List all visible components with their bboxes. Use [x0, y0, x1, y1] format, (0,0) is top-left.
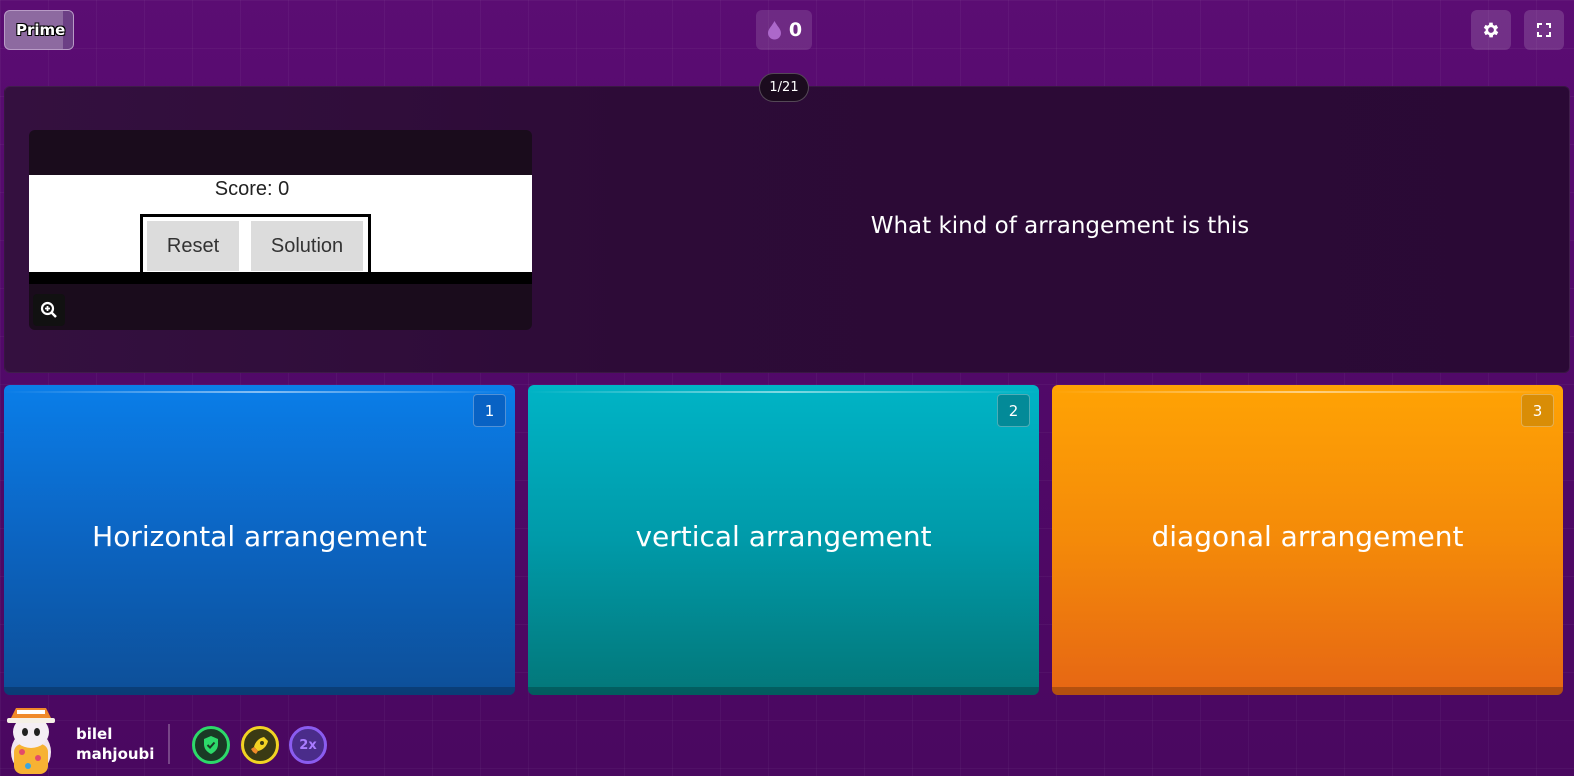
powerup-double-points[interactable]: 2x [289, 726, 327, 764]
answer-label: vertical arrangement [635, 519, 932, 553]
fullscreen-button[interactable] [1524, 10, 1564, 50]
answer-number: 1 [473, 394, 506, 427]
fullscreen-icon [1537, 23, 1551, 37]
image-button-box: Reset Solution [140, 214, 371, 274]
zoom-button[interactable] [33, 294, 65, 326]
rocket-icon [251, 737, 268, 754]
powerup-shield[interactable] [192, 726, 230, 764]
answer-number: 2 [997, 394, 1030, 427]
zoom-in-icon [40, 301, 57, 318]
answer-label: Horizontal arrangement [92, 519, 427, 553]
question-image[interactable]: Score: 0 Reset Solution [29, 130, 532, 330]
drop-icon [767, 21, 781, 40]
shield-icon [204, 736, 218, 754]
answer-number: 3 [1521, 394, 1554, 427]
player-first-name: bilel [76, 725, 113, 743]
gear-icon [1483, 22, 1499, 38]
answer-option-3[interactable]: 3 diagonal arrangement [1052, 385, 1563, 695]
answer-option-1[interactable]: 1 Horizontal arrangement [4, 385, 515, 695]
player-last-name: mahjoubi [76, 745, 155, 763]
player-name: bilel mahjoubi [76, 724, 154, 764]
prime-label: Prime [16, 21, 66, 39]
powerup-rocket[interactable] [241, 726, 279, 764]
answer-label: diagonal arrangement [1151, 519, 1464, 553]
answer-option-2[interactable]: 2 vertical arrangement [528, 385, 1039, 695]
image-black-bar [29, 272, 532, 284]
settings-button[interactable] [1471, 10, 1511, 50]
avatar [7, 708, 55, 774]
prime-button[interactable]: Prime [4, 10, 74, 50]
image-solution-button: Solution [251, 221, 363, 271]
drops-count: 0 [788, 19, 803, 41]
question-counter: 1/21 [759, 73, 809, 102]
powerup-2x-label: 2x [299, 737, 317, 753]
image-reset-button: Reset [147, 221, 239, 271]
question-text: What kind of arrangement is this [870, 213, 1250, 239]
drops-counter: 0 [756, 10, 812, 50]
divider [168, 724, 170, 764]
image-score-text: Score: 0 [214, 178, 290, 200]
